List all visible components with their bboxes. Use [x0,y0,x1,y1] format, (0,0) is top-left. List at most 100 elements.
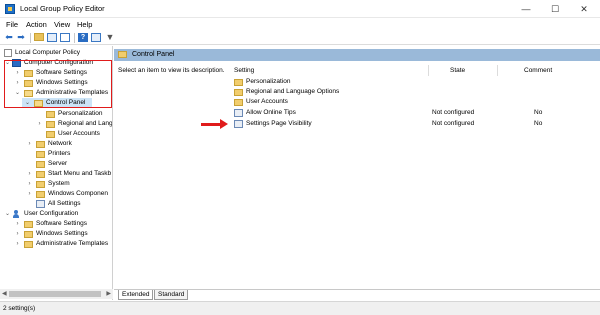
folder-icon [234,89,243,96]
tree-item-user-accounts[interactable]: User Accounts [0,129,112,139]
show-hide-tree-icon[interactable] [47,33,57,42]
maximize-button[interactable]: ☐ [541,0,569,18]
group-policy-app-icon [5,4,15,14]
chevron-right-icon[interactable]: › [14,219,21,229]
chevron-right-icon[interactable]: › [26,169,33,179]
minimize-button[interactable]: — [512,0,540,18]
tree-label: Administrative Templates [36,240,109,247]
tree-item-user-configuration[interactable]: ⌄ User Configuration [0,209,112,219]
pane-header-title: Control Panel [132,51,175,58]
setting-name: User Accounts [246,98,288,105]
folder-icon [118,51,127,58]
tree-label: Local Computer Policy [15,49,81,56]
properties-icon[interactable] [91,33,101,42]
tree-item-personalization[interactable]: Personalization [0,109,112,119]
tree-item-system[interactable]: › System [0,179,112,189]
tree-item-all-settings[interactable]: All Settings [0,199,112,209]
folder-icon [36,191,45,198]
tab-standard[interactable]: Standard [154,290,189,300]
tree-item-user-software-settings[interactable]: › Software Settings [0,219,112,229]
tree-horizontal-scrollbar[interactable]: ◀ ▶ [0,289,113,299]
folder-icon [36,151,45,158]
toolbar: ⬅ ➡ ? ▼ [0,31,600,45]
status-text: 2 setting(s) [3,305,36,312]
chevron-right-icon[interactable]: › [14,239,21,249]
forward-arrow-icon[interactable]: ➡ [15,32,27,43]
tree-label: Personalization [58,110,103,117]
column-divider[interactable] [428,65,429,76]
folder-icon [234,99,243,106]
policy-document-icon [4,49,12,57]
tree-item-windows-components[interactable]: › Windows Componen [0,189,112,199]
tree-item-network[interactable]: › Network [0,139,112,149]
scroll-right-icon[interactable]: ▶ [106,289,111,299]
setting-name: Regional and Language Options [246,88,340,95]
user-icon [12,210,21,218]
all-settings-icon [36,200,45,208]
menu-help[interactable]: Help [77,20,92,29]
folder-icon [46,131,55,138]
tree-item-server[interactable]: Server [0,159,112,169]
setting-name: Settings Page Visibility [246,120,312,127]
chevron-right-icon[interactable]: › [26,139,33,149]
list-item-regional-language[interactable]: Regional and Language Options [232,87,600,97]
setting-comment: No [534,120,543,127]
menu-view[interactable]: View [54,20,70,29]
tree-label: Regional and Lang [58,120,113,127]
red-arrow-icon [201,119,229,129]
folder-icon [36,161,45,168]
back-arrow-icon[interactable]: ⬅ [3,32,15,43]
list-item-personalization[interactable]: Personalization [232,77,600,87]
tree-item-regional-and-language[interactable]: › Regional and Lang [0,119,113,129]
list-item-settings-page-visibility[interactable]: Settings Page Visibility Not configured … [232,119,600,129]
scrollbar-thumb[interactable] [9,291,101,297]
setting-name: Personalization [246,78,291,85]
menu-action[interactable]: Action [26,20,47,29]
folder-icon [36,181,45,188]
column-divider[interactable] [497,65,498,76]
toolbar-separator [74,33,75,43]
help-icon[interactable]: ? [78,33,88,42]
column-header-setting[interactable]: Setting [234,65,254,76]
setting-state: Not configured [432,109,475,116]
tree-label: Windows Settings [36,230,88,237]
menu-bar: File Action View Help [0,18,600,31]
list-item-user-accounts[interactable]: User Accounts [232,97,600,107]
column-header-state[interactable]: State [450,65,465,76]
tree-label: Printers [48,150,71,157]
policy-setting-icon [234,109,243,117]
chevron-right-icon[interactable]: › [14,229,21,239]
folder-icon [24,241,33,248]
pane-header: Control Panel [114,49,600,61]
tree-label: User Accounts [58,130,100,137]
folder-icon [46,111,55,118]
folder-icon [36,171,45,178]
tree-item-printers[interactable]: Printers [0,149,112,159]
folder-icon [24,221,33,228]
tree-item-local-computer-policy[interactable]: Local Computer Policy [0,48,112,58]
tab-extended[interactable]: Extended [118,290,154,300]
chevron-right-icon[interactable]: › [26,179,33,189]
chevron-right-icon[interactable]: › [36,119,43,129]
menu-file[interactable]: File [6,20,18,29]
tree-label: Software Settings [36,220,87,227]
tree-item-user-administrative-templates[interactable]: › Administrative Templates [0,239,112,249]
scroll-left-icon[interactable]: ◀ [2,289,7,299]
setting-state: Not configured [432,120,475,127]
tree-label: Server [48,160,68,167]
filter-icon[interactable]: ▼ [104,32,116,43]
list-item-allow-online-tips[interactable]: Allow Online Tips Not configured No [232,108,600,118]
close-button[interactable]: ✕ [570,0,598,18]
chevron-right-icon[interactable]: › [26,189,33,199]
export-list-icon[interactable] [60,33,70,42]
tree-label: Network [48,140,72,147]
setting-comment: No [534,109,543,116]
tree-item-start-menu[interactable]: › Start Menu and Taskb [0,169,112,179]
window-title: Local Group Policy Editor [20,4,105,13]
chevron-down-icon[interactable]: ⌄ [4,209,11,219]
tree-label: All Settings [48,200,81,207]
up-folder-icon[interactable] [34,33,44,41]
description-text: Select an item to view its description. [118,67,225,74]
column-header-comment[interactable]: Comment [524,65,552,76]
tree-item-user-windows-settings[interactable]: › Windows Settings [0,229,112,239]
